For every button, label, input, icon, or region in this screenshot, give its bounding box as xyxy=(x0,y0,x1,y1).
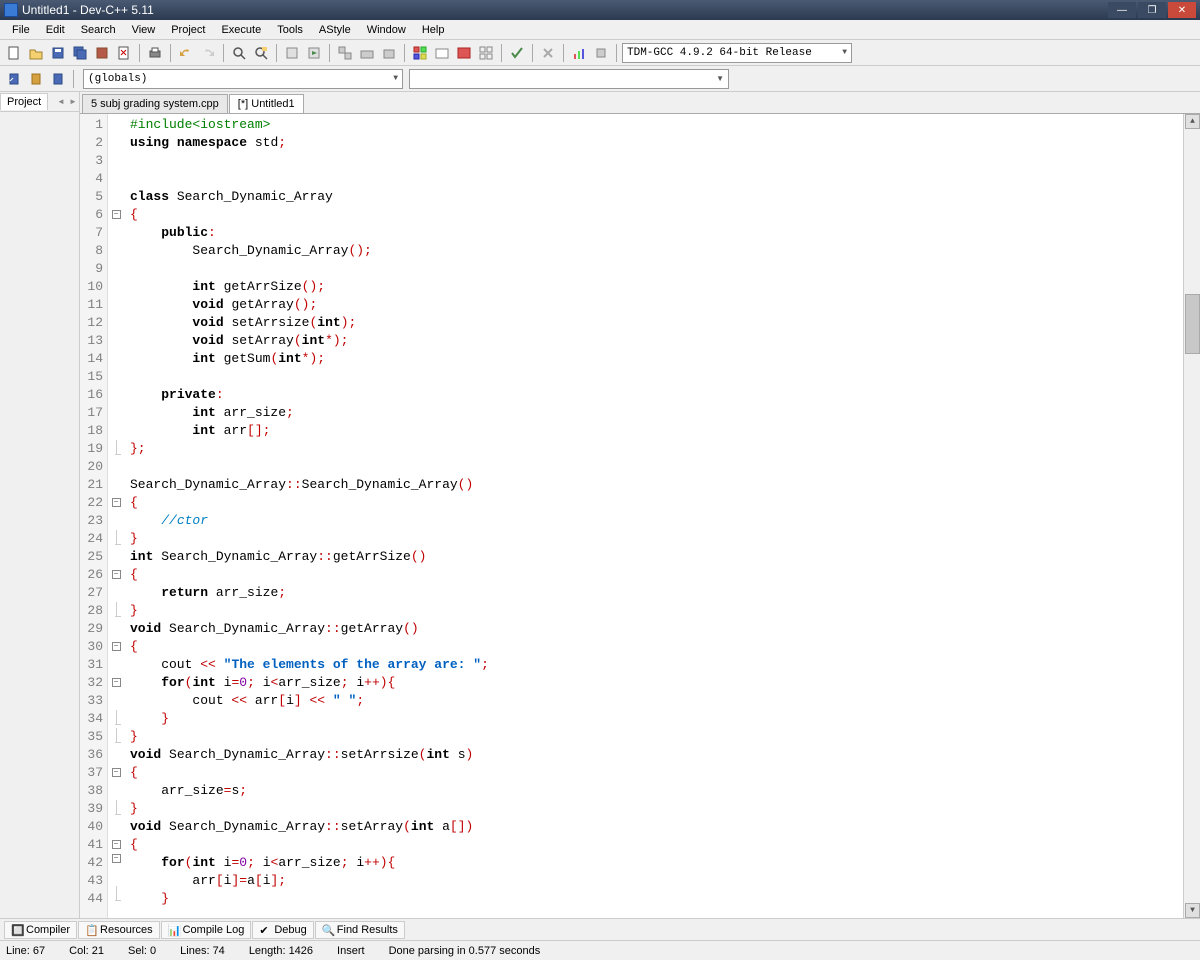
menu-astyle[interactable]: AStyle xyxy=(311,22,359,38)
status-sel: Sel: 0 xyxy=(128,945,156,957)
globals-select[interactable]: (globals) ▼ xyxy=(83,69,403,89)
run-button[interactable] xyxy=(304,43,324,63)
rebuild-button[interactable] xyxy=(357,43,377,63)
compiler-select[interactable]: TDM-GCC 4.9.2 64-bit Release ▼ xyxy=(622,43,852,63)
output-tab-find-results[interactable]: 🔍Find Results xyxy=(315,921,405,939)
output-tab-debug[interactable]: ✔Debug xyxy=(252,921,313,939)
menu-project[interactable]: Project xyxy=(163,22,213,38)
goto-bookmark-button[interactable] xyxy=(4,69,24,89)
status-mode: Insert xyxy=(337,945,365,957)
menu-execute[interactable]: Execute xyxy=(213,22,269,38)
output-tab-resources[interactable]: 📋Resources xyxy=(78,921,160,939)
app-icon xyxy=(4,3,18,17)
function-select[interactable]: ▼ xyxy=(409,69,729,89)
menu-search[interactable]: Search xyxy=(73,22,124,38)
saveas-button[interactable] xyxy=(92,43,112,63)
bookmark-button[interactable] xyxy=(26,69,46,89)
file-tabs: 5 subj grading system.cpp[*] Untitled1 xyxy=(80,92,1200,114)
save-button[interactable] xyxy=(48,43,68,63)
menu-edit[interactable]: Edit xyxy=(38,22,73,38)
replace-button[interactable] xyxy=(251,43,271,63)
check-button[interactable] xyxy=(507,43,527,63)
compile-button[interactable] xyxy=(282,43,302,63)
compiler-icon: 🔲 xyxy=(11,924,23,936)
dropdown-icon: ▼ xyxy=(842,48,847,57)
find-results-icon: 🔍 xyxy=(322,924,334,936)
saveall-button[interactable] xyxy=(70,43,90,63)
window-title: Untitled1 - Dev-C++ 5.11 xyxy=(22,3,1108,17)
output-button[interactable] xyxy=(432,43,452,63)
maximize-button[interactable]: ❐ xyxy=(1138,2,1166,18)
globals-label: (globals) xyxy=(88,73,147,85)
new-file-button[interactable] xyxy=(4,43,24,63)
bookmark2-button[interactable] xyxy=(48,69,68,89)
debug-icon: ✔ xyxy=(259,924,271,936)
status-length: Length: 1426 xyxy=(249,945,313,957)
scroll-thumb[interactable] xyxy=(1185,294,1200,354)
close-button[interactable]: ✕ xyxy=(1168,2,1196,18)
output-tab-compiler[interactable]: 🔲Compiler xyxy=(4,921,77,939)
close-file-button[interactable] xyxy=(114,43,134,63)
stop-button[interactable] xyxy=(591,43,611,63)
status-bar: Line: 67 Col: 21 Sel: 0 Lines: 74 Length… xyxy=(0,940,1200,960)
grid-button[interactable] xyxy=(476,43,496,63)
open-button[interactable] xyxy=(26,43,46,63)
resources-icon: 📋 xyxy=(85,924,97,936)
new-project-button[interactable] xyxy=(410,43,430,63)
status-col: Col: 21 xyxy=(69,945,104,957)
code-content[interactable]: #include<iostream>using namespace std;cl… xyxy=(124,114,1183,918)
output-tabs: 🔲Compiler📋Resources📊Compile Log✔Debug🔍Fi… xyxy=(0,918,1200,940)
titlebar: Untitled1 - Dev-C++ 5.11 — ❐ ✕ xyxy=(0,0,1200,20)
code-editor[interactable]: 1234567891011121314151617181920212223242… xyxy=(80,114,1200,918)
tab-left-arrow[interactable]: ◄ xyxy=(55,97,67,106)
menu-window[interactable]: Window xyxy=(359,22,414,38)
dropdown-icon: ▼ xyxy=(393,74,398,83)
main-area: Project ◄ ► 5 subj grading system.cpp[*]… xyxy=(0,92,1200,918)
fold-column[interactable]: −−−−−−−− xyxy=(108,114,124,918)
menu-bar: FileEditSearchViewProjectExecuteToolsASt… xyxy=(0,20,1200,40)
menu-tools[interactable]: Tools xyxy=(269,22,311,38)
vertical-scrollbar[interactable]: ▲ ▼ xyxy=(1183,114,1200,918)
status-line: Line: 67 xyxy=(6,945,45,957)
menu-help[interactable]: Help xyxy=(414,22,453,38)
editor-panel: 5 subj grading system.cpp[*] Untitled1 1… xyxy=(80,92,1200,918)
menu-view[interactable]: View xyxy=(124,22,164,38)
dropdown-icon: ▼ xyxy=(716,74,724,83)
print-button[interactable] xyxy=(145,43,165,63)
redo-button[interactable] xyxy=(198,43,218,63)
scroll-up-icon[interactable]: ▲ xyxy=(1185,114,1200,129)
minimize-button[interactable]: — xyxy=(1108,2,1136,18)
compile-run-button[interactable] xyxy=(335,43,355,63)
compiler-label: TDM-GCC 4.9.2 64-bit Release xyxy=(627,47,812,59)
status-lines: Lines: 74 xyxy=(180,945,225,957)
find-button[interactable] xyxy=(229,43,249,63)
toolbar-secondary: (globals) ▼ ▼ xyxy=(0,66,1200,92)
compile-log-icon: 📊 xyxy=(168,924,180,936)
file-tab[interactable]: [*] Untitled1 xyxy=(229,94,304,113)
toolbar-main: TDM-GCC 4.9.2 64-bit Release ▼ xyxy=(0,40,1200,66)
profile-button[interactable] xyxy=(569,43,589,63)
project-tab[interactable]: Project xyxy=(0,93,48,110)
debug-button[interactable] xyxy=(379,43,399,63)
output-tab-compile-log[interactable]: 📊Compile Log xyxy=(161,921,252,939)
clear-button[interactable] xyxy=(538,43,558,63)
undo-button[interactable] xyxy=(176,43,196,63)
status-message: Done parsing in 0.577 seconds xyxy=(389,945,541,957)
project-panel: Project ◄ ► xyxy=(0,92,80,918)
line-gutter: 1234567891011121314151617181920212223242… xyxy=(80,114,108,918)
fullscreen-button[interactable] xyxy=(454,43,474,63)
menu-file[interactable]: File xyxy=(4,22,38,38)
tab-right-arrow[interactable]: ► xyxy=(67,97,79,106)
scroll-down-icon[interactable]: ▼ xyxy=(1185,903,1200,918)
file-tab[interactable]: 5 subj grading system.cpp xyxy=(82,94,228,113)
